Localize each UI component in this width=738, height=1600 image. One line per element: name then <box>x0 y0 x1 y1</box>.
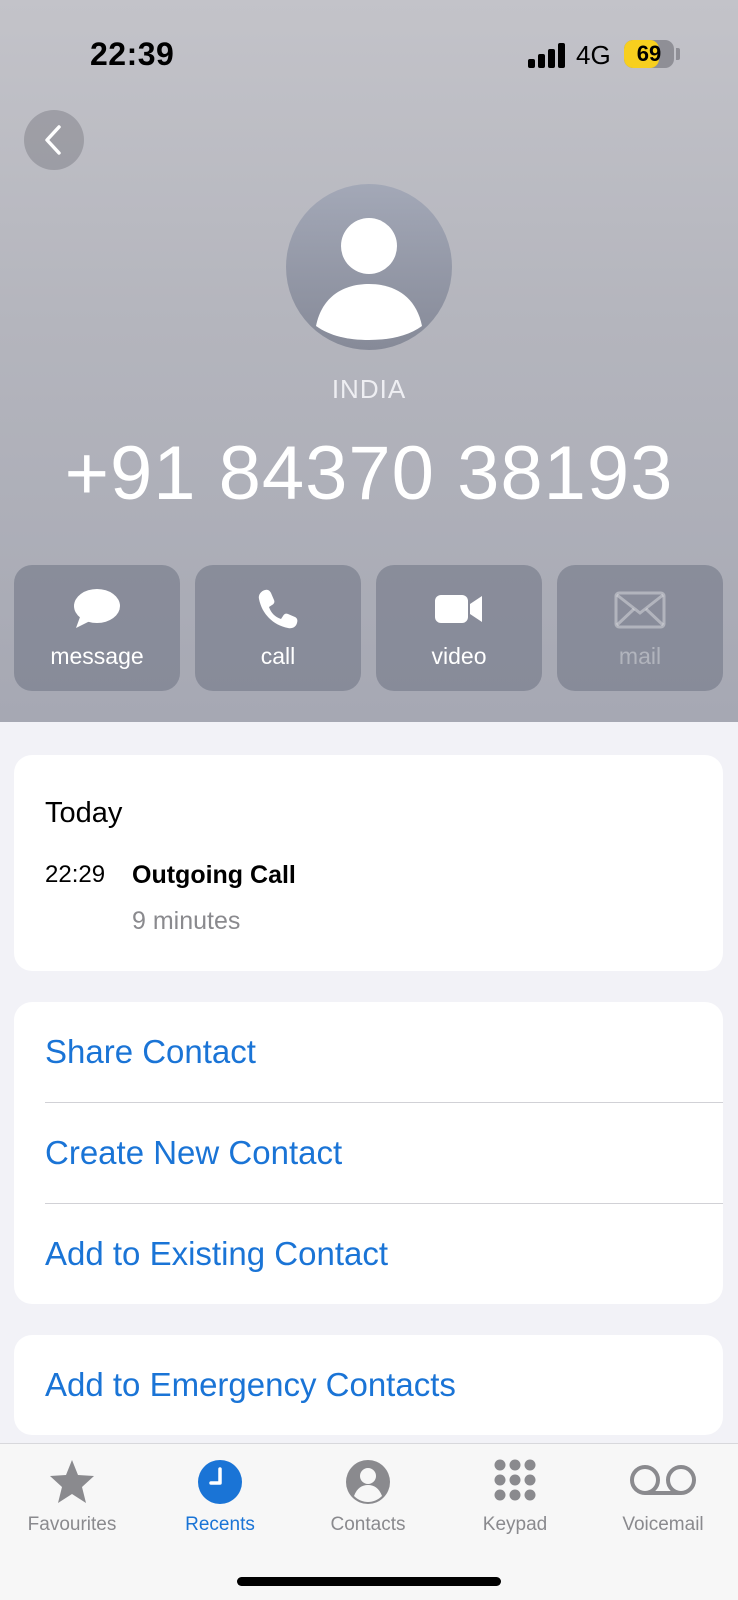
battery-percentage: 69 <box>636 41 662 66</box>
message-label: message <box>50 643 144 669</box>
message-button[interactable]: message <box>14 565 180 691</box>
star-icon <box>50 1460 94 1503</box>
tab-contacts-label: Contacts <box>330 1514 406 1535</box>
history-entry-type: Outgoing Call <box>132 861 296 889</box>
share-contact-button[interactable]: Share Contact <box>45 1002 723 1102</box>
tab-recents[interactable]: Recents <box>155 1458 285 1548</box>
add-to-existing-contact-button[interactable]: Add to Existing Contact <box>45 1204 723 1304</box>
mail-button[interactable]: mail <box>557 565 723 691</box>
status-time: 22:39 <box>90 36 175 72</box>
contact-avatar <box>286 184 452 350</box>
call-history-card: Today 22:29 Outgoing Call 9 minutes <box>14 755 723 971</box>
create-new-contact-button[interactable]: Create New Contact <box>45 1103 723 1203</box>
tab-recents-label: Recents <box>185 1514 255 1535</box>
keypad-icon <box>494 1459 536 1501</box>
emergency-card: Add to Emergency Contacts <box>14 1335 723 1435</box>
person-silhouette-icon <box>316 218 422 340</box>
tab-voicemail-label: Voicemail <box>622 1514 704 1535</box>
tab-favourites-label: Favourites <box>27 1514 117 1535</box>
voicemail-icon <box>630 1465 696 1495</box>
history-entry-time: 22:29 <box>45 861 106 888</box>
video-camera-icon <box>435 595 482 623</box>
message-bubble-icon <box>74 589 120 628</box>
battery-icon: 69 <box>624 40 674 68</box>
envelope-icon <box>614 591 666 629</box>
add-to-emergency-contacts-button[interactable]: Add to Emergency Contacts <box>45 1335 723 1435</box>
home-indicator[interactable] <box>237 1577 501 1586</box>
person-circle-icon <box>346 1460 390 1504</box>
tab-keypad-label: Keypad <box>482 1514 548 1535</box>
back-button[interactable] <box>24 110 84 170</box>
tab-keypad[interactable]: Keypad <box>450 1458 580 1548</box>
mail-label: mail <box>618 643 662 669</box>
video-label: video <box>431 643 487 669</box>
contact-actions-card: Share Contact Create New Contact Add to … <box>14 1002 723 1304</box>
cellular-signal-icon <box>528 42 566 68</box>
tab-contacts[interactable]: Contacts <box>303 1458 433 1548</box>
chevron-left-icon <box>45 125 61 155</box>
contact-header: 22:39 4G 69 INDIA +91 84370 38193 messag… <box>0 0 738 722</box>
tab-voicemail[interactable]: Voicemail <box>598 1458 728 1548</box>
history-day: Today <box>45 797 123 829</box>
phone-number[interactable]: +91 84370 38193 <box>0 430 738 517</box>
call-button[interactable]: call <box>195 565 361 691</box>
status-bar: 22:39 4G 69 <box>0 0 738 100</box>
call-label: call <box>260 643 296 669</box>
country-label: INDIA <box>331 374 407 404</box>
network-type: 4G <box>576 40 611 70</box>
phone-icon <box>258 589 298 629</box>
battery-tip <box>676 48 680 60</box>
clock-icon <box>198 1460 242 1504</box>
tab-favourites[interactable]: Favourites <box>7 1458 137 1548</box>
history-entry-duration: 9 minutes <box>132 907 241 935</box>
video-button[interactable]: video <box>376 565 542 691</box>
